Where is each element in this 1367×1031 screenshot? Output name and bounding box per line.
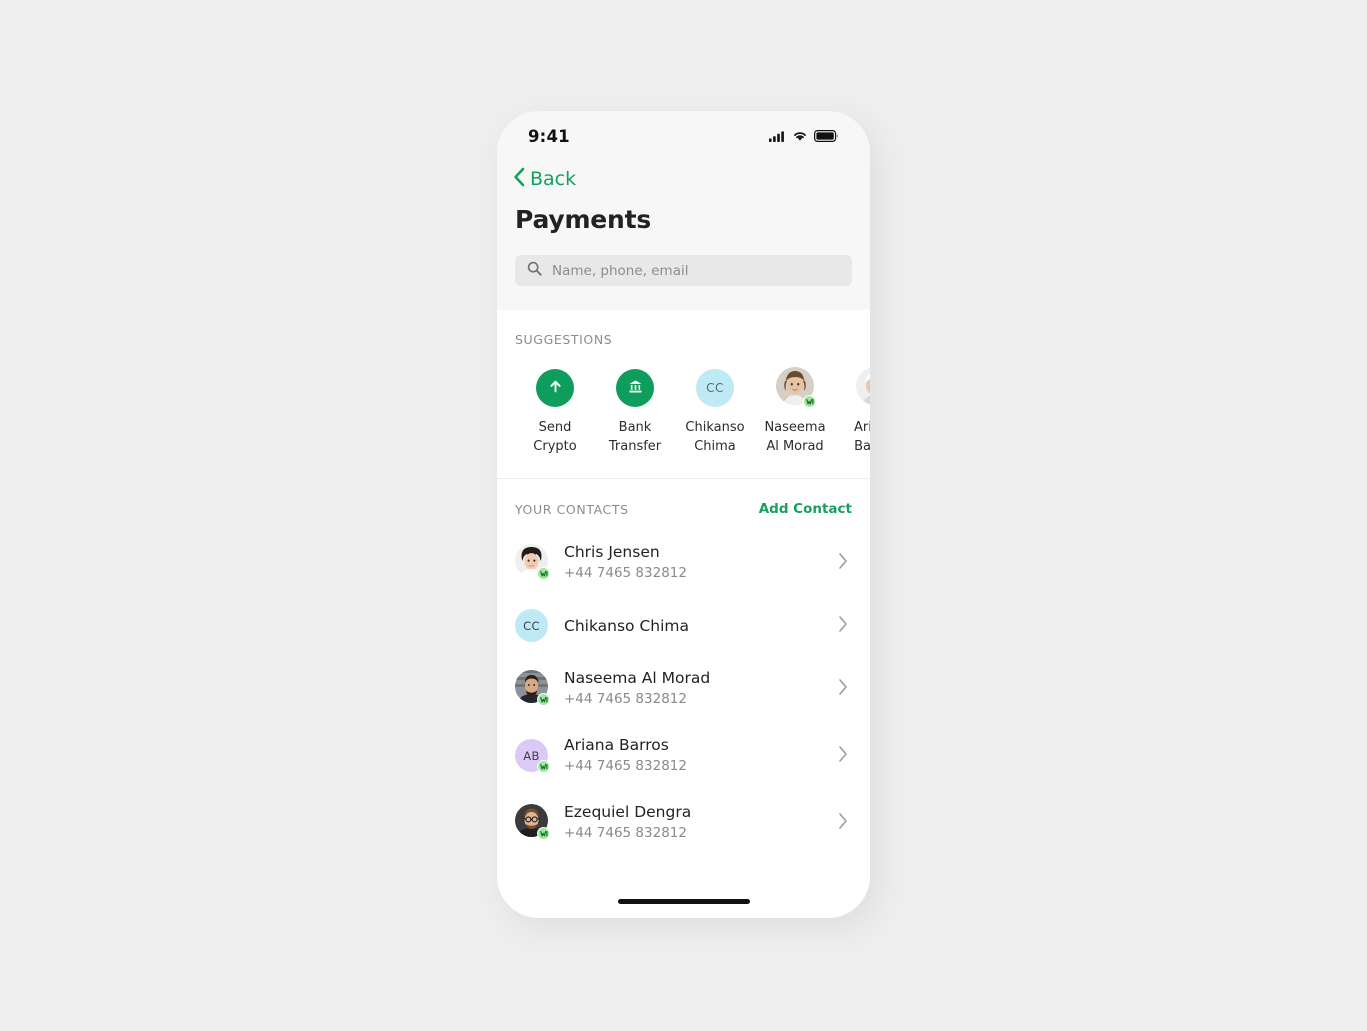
suggestions-carousel[interactable]: Send Crypto Bank Transfer CC Chikanso Ch… bbox=[497, 347, 870, 456]
suggestions-section-label: SUGGESTIONS bbox=[515, 332, 613, 347]
contact-name: Chikanso Chima bbox=[564, 616, 690, 635]
avatar: CC bbox=[515, 609, 548, 642]
suggestion-label: Ariana Barros bbox=[853, 420, 870, 454]
page-title: Payments bbox=[515, 205, 652, 234]
home-indicator-bar bbox=[497, 884, 870, 918]
search-input[interactable]: Name, phone, email bbox=[515, 255, 852, 286]
contact-info: Ezequiel Dengra +44 7465 832812 bbox=[564, 802, 822, 843]
avatar bbox=[515, 804, 550, 840]
header-section: Payments Name, phone, email bbox=[497, 191, 870, 310]
arrow-up-icon bbox=[547, 378, 564, 399]
phone-frame: 9:41 Back Payments Name, phone, email SU… bbox=[497, 111, 870, 918]
contacts-header: YOUR CONTACTS Add Contact bbox=[497, 501, 870, 517]
contact-info: Naseema Al Morad +44 7465 832812 bbox=[564, 668, 822, 709]
contact-name: Naseema Al Morad bbox=[564, 669, 711, 687]
suggestion-ariana-barros[interactable]: Ariana Barros bbox=[835, 367, 870, 456]
suggestion-label: Naseema Al Morad bbox=[764, 420, 826, 454]
avatar: AB bbox=[515, 739, 550, 773]
contact-row-naseema-al-morad[interactable]: Naseema Al Morad +44 7465 832812 bbox=[497, 655, 870, 722]
bank-building-icon bbox=[627, 378, 644, 399]
contact-info: Chris Jensen +44 7465 832812 bbox=[564, 542, 822, 583]
suggestions-section: SUGGESTIONS Send Crypto Bank Transfer CC… bbox=[497, 310, 870, 479]
home-indicator[interactable] bbox=[617, 898, 750, 904]
back-button[interactable]: Back bbox=[513, 167, 576, 191]
contacts-section: YOUR CONTACTS Add Contact Chris Jensen +… bbox=[497, 479, 870, 884]
chevron-right-icon bbox=[838, 812, 852, 834]
contact-name: Ariana Barros bbox=[564, 736, 669, 754]
status-bar-icons bbox=[769, 127, 839, 146]
suggestion-label: Send Crypto bbox=[533, 420, 577, 454]
suggestion-avatar bbox=[856, 367, 870, 409]
suggestion-chikanso-chima[interactable]: CC Chikanso Chima bbox=[675, 369, 755, 456]
page-canvas: 9:41 Back Payments Name, phone, email SU… bbox=[0, 0, 1367, 1031]
search-icon bbox=[527, 261, 542, 280]
contact-phone: +44 7465 832812 bbox=[564, 565, 687, 581]
avatar-initials: CC bbox=[523, 618, 540, 633]
verified-badge-icon bbox=[537, 827, 550, 840]
back-button-label: Back bbox=[530, 167, 577, 190]
chevron-right-icon bbox=[838, 678, 852, 700]
contact-info: Chikanso Chima bbox=[564, 616, 822, 636]
wifi-icon bbox=[792, 127, 808, 146]
suggestion-label: Bank Transfer bbox=[608, 420, 662, 454]
chevron-right-icon bbox=[838, 745, 852, 767]
verified-badge-icon bbox=[537, 760, 550, 773]
contact-phone: +44 7465 832812 bbox=[564, 758, 687, 774]
suggestion-bank-transfer[interactable]: Bank Transfer bbox=[595, 369, 675, 456]
status-bar: 9:41 bbox=[497, 111, 870, 155]
contact-row-chikanso-chima[interactable]: CC Chikanso Chima bbox=[497, 596, 870, 655]
suggestion-avatar bbox=[616, 369, 654, 407]
verified-badge-icon bbox=[803, 395, 816, 408]
avatar-initials: AB bbox=[523, 748, 540, 763]
contact-row-ezequiel-dengra[interactable]: Ezequiel Dengra +44 7465 832812 bbox=[497, 789, 870, 856]
status-bar-time: 9:41 bbox=[528, 126, 570, 146]
contact-name: Chris Jensen bbox=[564, 543, 660, 561]
suggestion-label: Chikanso Chima bbox=[685, 420, 745, 454]
contact-name: Ezequiel Dengra bbox=[564, 803, 692, 821]
avatar bbox=[515, 670, 550, 706]
avatar-photo bbox=[856, 367, 870, 409]
navigation-bar: Back bbox=[497, 155, 870, 191]
chevron-right-icon bbox=[838, 552, 852, 574]
contact-info: Ariana Barros +44 7465 832812 bbox=[564, 735, 822, 776]
contact-phone: +44 7465 832812 bbox=[564, 825, 687, 841]
suggestion-naseema-al-morad[interactable]: Naseema Al Morad bbox=[755, 367, 835, 456]
add-contact-button[interactable]: Add Contact bbox=[759, 501, 852, 517]
suggestion-avatar bbox=[536, 369, 574, 407]
chevron-right-icon bbox=[838, 615, 852, 637]
avatar-initials: CC bbox=[706, 381, 724, 395]
contact-phone: +44 7465 832812 bbox=[564, 691, 687, 707]
suggestion-avatar: CC bbox=[696, 369, 734, 407]
contact-row-chris-jensen[interactable]: Chris Jensen +44 7465 832812 bbox=[497, 529, 870, 596]
verified-badge-icon bbox=[537, 567, 550, 580]
contacts-section-label: YOUR CONTACTS bbox=[515, 501, 629, 517]
verified-badge-icon bbox=[537, 693, 550, 706]
suggestion-send-crypto[interactable]: Send Crypto bbox=[515, 369, 595, 456]
contact-list: Chris Jensen +44 7465 832812 CC Chikanso… bbox=[497, 529, 870, 856]
contact-row-ariana-barros[interactable]: AB Ariana Barros +44 7465 832812 bbox=[497, 722, 870, 789]
battery-icon bbox=[814, 127, 839, 146]
cellular-signal-icon bbox=[769, 127, 786, 146]
suggestion-avatar bbox=[776, 367, 816, 408]
chevron-left-icon bbox=[513, 167, 525, 191]
avatar bbox=[515, 544, 550, 580]
search-input-placeholder: Name, phone, email bbox=[552, 262, 689, 279]
